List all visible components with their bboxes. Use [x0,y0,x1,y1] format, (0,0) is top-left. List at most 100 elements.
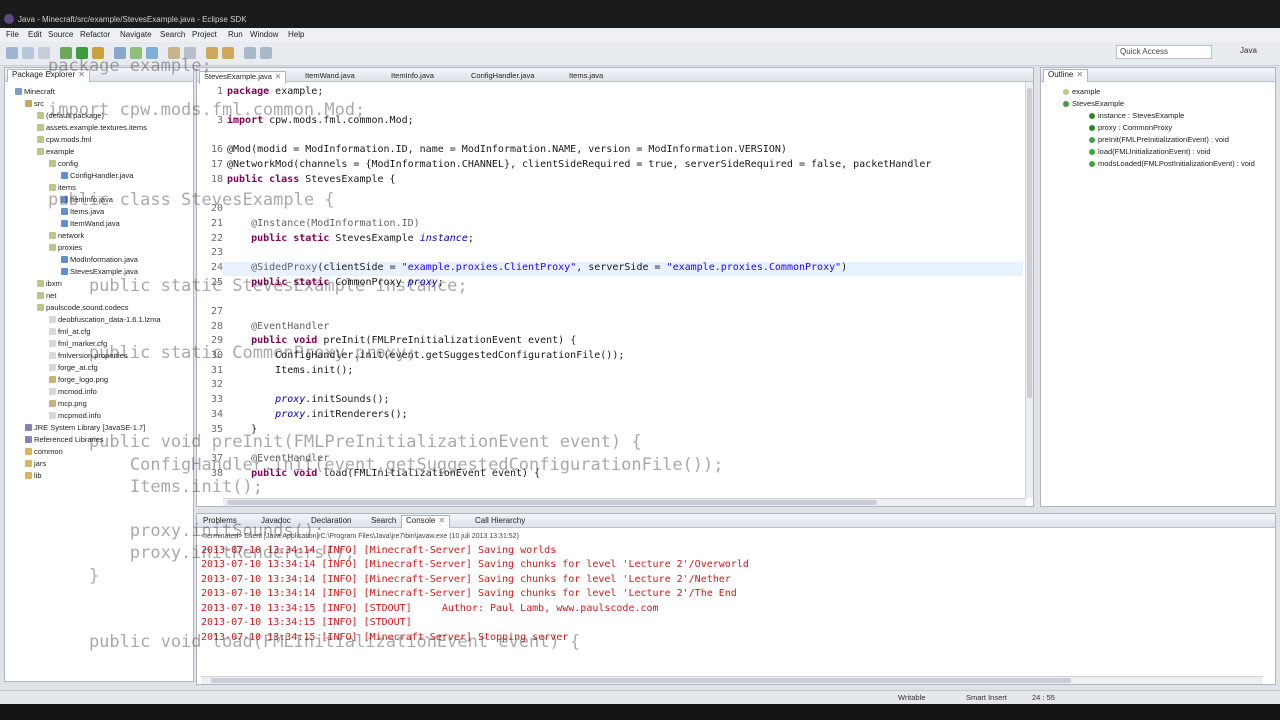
code-line[interactable]: @SidedProxy(clientSide = "example.proxie… [227,262,847,273]
search-icon[interactable] [184,47,196,59]
tree-item[interactable]: paulscode.sound.codecs [37,303,129,312]
tree-item[interactable]: common [25,447,63,456]
outline-item-field[interactable]: instance : StevesExample [1089,111,1184,120]
tree-item[interactable]: ModInformation.java [61,255,138,264]
tree-item[interactable]: forge_at.cfg [49,363,98,372]
tree-item[interactable]: net [37,291,56,300]
tab-items[interactable]: Items.java [569,71,603,80]
tree-item[interactable]: fmlversion.properties [49,351,128,360]
code-line[interactable]: @Mod(modid = ModInformation.ID, name = M… [227,144,787,155]
tree-item[interactable]: ConfigHandler.java [61,171,133,180]
tree-item[interactable]: mcp.png [49,399,87,408]
code-line[interactable]: proxy.initSounds(); [227,394,389,405]
save-icon[interactable] [22,47,34,59]
debug-icon[interactable] [60,47,72,59]
tree-item[interactable]: jars [25,459,46,468]
tab-itemwand[interactable]: ItemWand.java [305,71,355,80]
tree-item[interactable]: StevesExample.java [61,267,138,276]
tree-item[interactable]: ItemInfo.java [61,195,113,204]
outline-item-method[interactable]: modsLoaded(FMLPostInitializationEvent) :… [1089,159,1255,168]
tab-console[interactable]: Console ✕ [401,515,451,528]
outline-item-method[interactable]: load(FMLInitializationEvent) : void [1089,147,1211,156]
tree-item[interactable]: proxies [49,243,82,252]
code-line[interactable]: @Instance(ModInformation.ID) [227,218,420,229]
code-line[interactable]: } [227,424,257,435]
tree-item-project[interactable]: Minecraft [15,87,55,96]
editor-horizontal-scrollbar[interactable] [223,498,1026,506]
tree-item[interactable]: ItemWand.java [61,219,120,228]
code-line[interactable]: @EventHandler [227,321,329,332]
menu-window[interactable]: Window [250,30,278,39]
code-line[interactable]: Items.init(); [227,365,353,376]
tree-item[interactable]: config [49,159,78,168]
tab-package-explorer[interactable]: Package Explorer ✕ [7,69,90,82]
code-line[interactable]: public void preInit(FMLPreInitialization… [227,335,576,346]
scrollbar-thumb[interactable] [227,500,877,505]
java-perspective-button[interactable]: Java [1240,46,1257,55]
tree-item[interactable]: (default package) [37,111,104,120]
menu-refactor[interactable]: Refactor [80,30,110,39]
code-line[interactable]: import cpw.mods.fml.common.Mod; [227,115,414,126]
close-icon[interactable]: ✕ [275,72,281,81]
annotation-prev-icon[interactable] [222,47,234,59]
forward-icon[interactable] [260,47,272,59]
tree-item[interactable]: Referenced Libraries [25,435,104,444]
close-icon[interactable]: ✕ [1076,70,1083,79]
code-line[interactable]: proxy.initRenderers(); [227,409,407,420]
tree-item[interactable]: example [37,147,74,156]
tab-iteminfo[interactable]: ItemInfo.java [391,71,434,80]
tree-item[interactable]: cpw.mods.fml [37,135,91,144]
new-icon[interactable] [6,47,18,59]
tab-call-hierarchy[interactable]: Call Hierarchy [475,516,525,525]
tab-problems[interactable]: Problems [203,516,237,525]
tab-stevesexample[interactable]: StevesExample.java ✕ [199,71,287,84]
console-horizontal-scrollbar[interactable] [201,676,1263,684]
code-line[interactable]: public static StevesExample instance; [227,233,474,244]
outline-item-package[interactable]: example [1063,87,1100,96]
run-icon[interactable] [76,47,88,59]
outline-item-field[interactable]: proxy : CommonProxy [1089,123,1172,132]
annotation-next-icon[interactable] [206,47,218,59]
outline-item-method[interactable]: preInit(FMLPreInitializationEvent) : voi… [1089,135,1229,144]
open-type-icon[interactable] [168,47,180,59]
menu-help[interactable]: Help [288,30,304,39]
tree-item-src[interactable]: src [25,99,44,108]
tab-search[interactable]: Search [371,516,396,525]
code-line[interactable]: public void load(FMLInitializationEvent … [227,468,540,479]
code-line[interactable]: package example; [227,86,323,97]
menu-search[interactable]: Search [160,30,185,39]
tree-item[interactable]: JRE System Library [JavaSE-1.7] [25,423,145,432]
tree-item[interactable]: fml_at.cfg [49,327,91,336]
tree-item[interactable]: forge_logo.png [49,375,108,384]
menu-edit[interactable]: Edit [28,30,42,39]
tab-outline[interactable]: Outline ✕ [1043,69,1089,82]
tree-item[interactable]: lib [25,471,42,480]
external-tools-icon[interactable] [92,47,104,59]
code-line[interactable]: public static CommonProxy proxy; [227,277,444,288]
new-package-icon[interactable] [130,47,142,59]
code-line[interactable]: ConfigHandler.init(event.getSuggestedCon… [227,350,624,361]
code-line[interactable]: @EventHandler [227,453,329,464]
scrollbar-thumb[interactable] [1027,88,1032,398]
menu-run[interactable]: Run [228,30,243,39]
code-line[interactable]: @NetworkMod(channels = {ModInformation.C… [227,159,931,170]
tree-item[interactable]: fml_marker.cfg [49,339,107,348]
menu-project[interactable]: Project [192,30,217,39]
tree-item[interactable]: mcpmod.info [49,411,101,420]
new-class-icon[interactable] [146,47,158,59]
tab-declaration[interactable]: Declaration [311,516,351,525]
menu-navigate[interactable]: Navigate [120,30,152,39]
print-icon[interactable] [38,47,50,59]
back-icon[interactable] [244,47,256,59]
tree-item[interactable]: items [49,183,76,192]
close-icon[interactable]: ✕ [78,70,85,79]
outline-item-class[interactable]: StevesExample [1063,99,1124,108]
quick-access-input[interactable]: Quick Access [1116,45,1212,59]
menu-source[interactable]: Source [48,30,73,39]
scrollbar-thumb[interactable] [211,678,1071,683]
tree-item[interactable]: mcmod.info [49,387,97,396]
tab-javadoc[interactable]: Javadoc [261,516,291,525]
tree-item[interactable]: deobfuscation_data-1.6.1.lzma [49,315,161,324]
editor-vertical-scrollbar[interactable] [1025,82,1033,498]
tree-item[interactable]: network [49,231,84,240]
